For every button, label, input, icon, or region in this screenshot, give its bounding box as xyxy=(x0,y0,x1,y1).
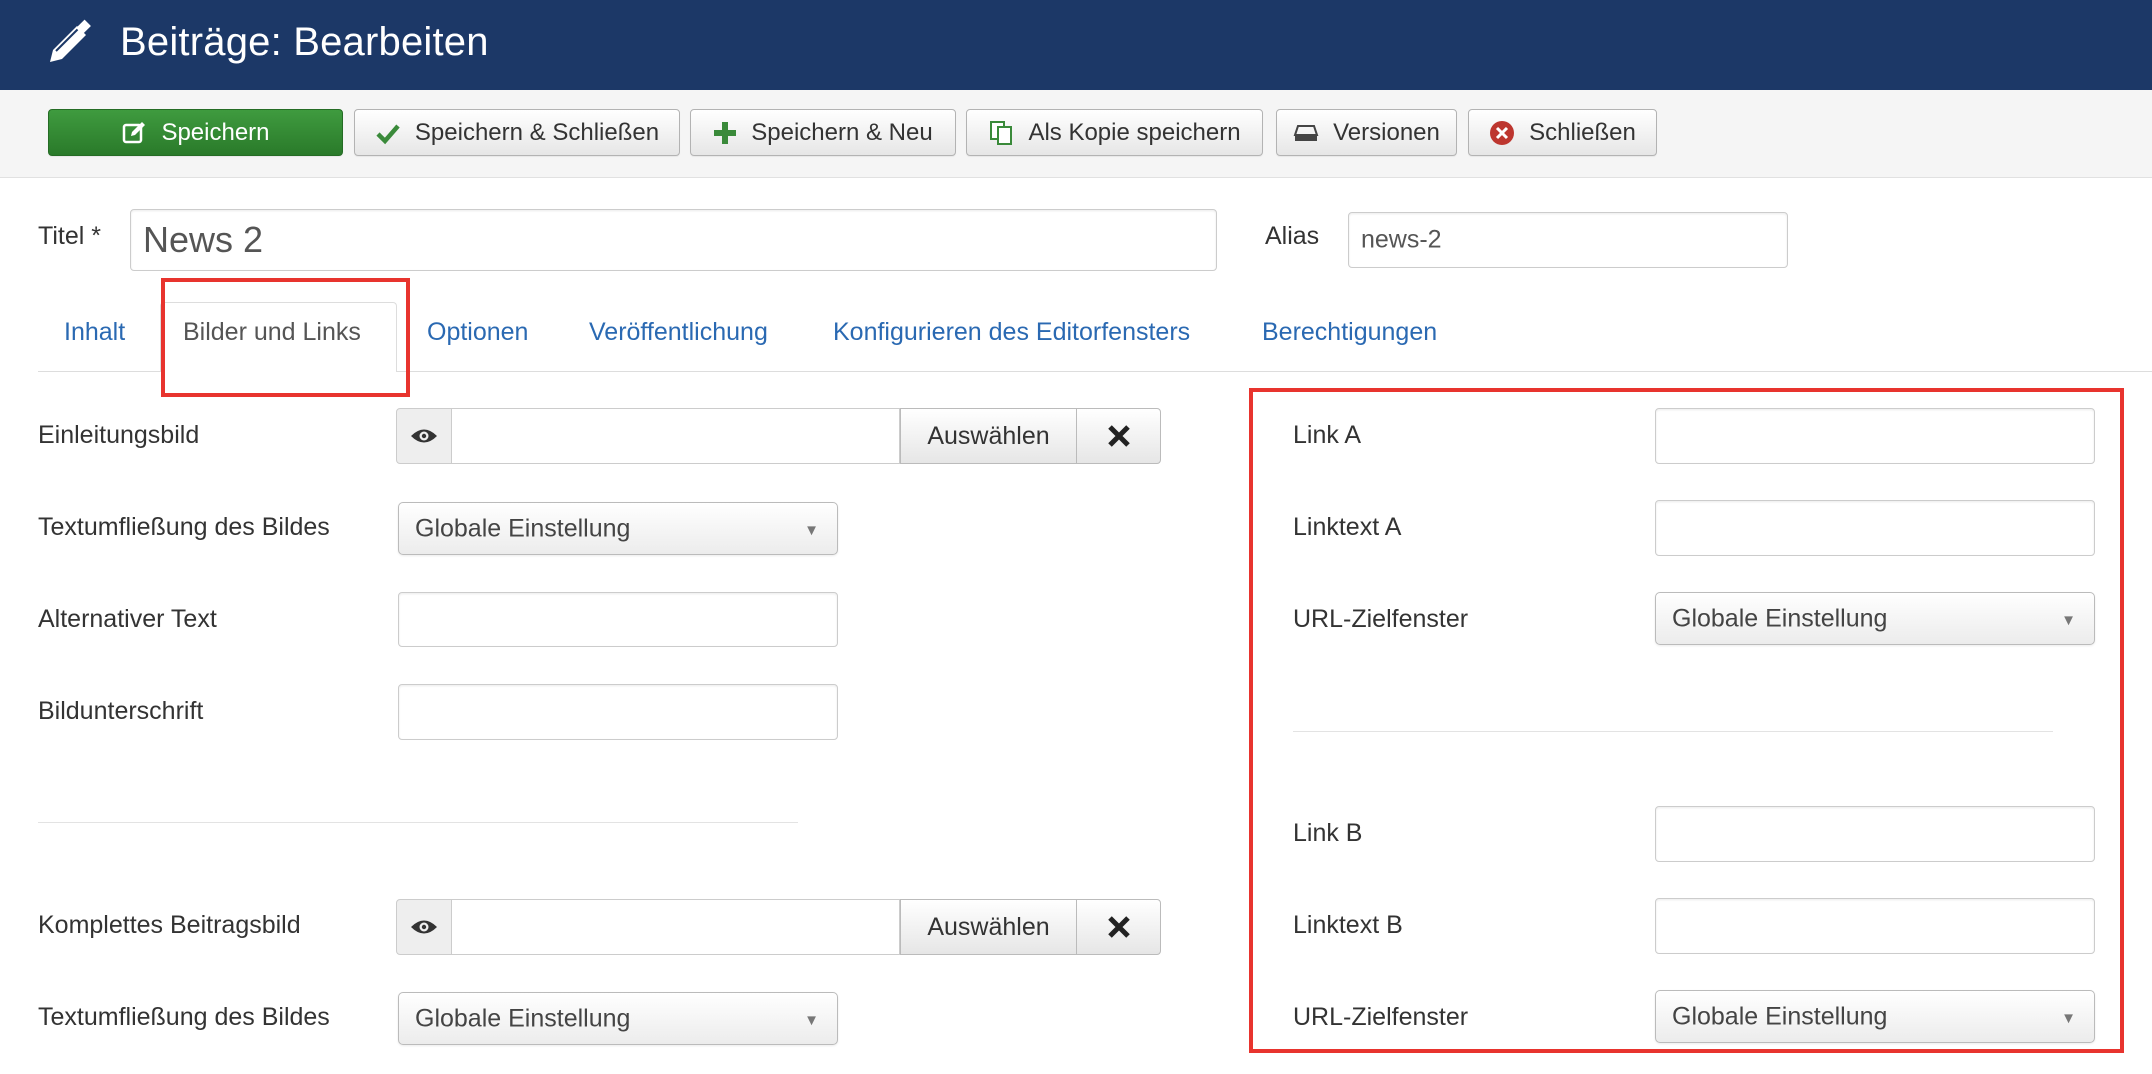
divider xyxy=(38,822,798,823)
save-close-label: Speichern & Schließen xyxy=(414,118,660,146)
versions-button[interactable]: Versionen xyxy=(1276,109,1457,156)
save-new-label: Speichern & Neu xyxy=(751,118,933,146)
link-a-label: Link A xyxy=(1293,421,1362,449)
save-new-button[interactable]: Speichern & Neu xyxy=(690,109,956,156)
save-button[interactable]: Speichern xyxy=(48,109,343,156)
target-a-value: Globale Einstellung xyxy=(1672,604,1888,632)
target-a-label: URL-Zielfenster xyxy=(1293,605,1469,633)
linktext-b-label: Linktext B xyxy=(1293,911,1403,939)
intro-image-clear-button[interactable] xyxy=(1076,408,1161,464)
tab-veroeffentlichung[interactable]: Veröffentlichung xyxy=(589,318,768,347)
save-copy-button[interactable]: Als Kopie speichern xyxy=(966,109,1263,156)
intro-float-label: Textumfließung des Bildes xyxy=(38,513,330,541)
clear-x-icon xyxy=(1107,425,1130,447)
linktext-b-input[interactable] xyxy=(1655,898,2095,954)
versions-label: Versionen xyxy=(1333,118,1440,146)
target-b-select[interactable]: Globale Einstellung ▼ xyxy=(1655,990,2095,1043)
eye-icon xyxy=(411,429,437,443)
save-label: Speichern xyxy=(161,118,270,146)
eye-icon xyxy=(411,920,437,934)
target-b-label: URL-Zielfenster xyxy=(1293,1003,1469,1031)
save-close-button[interactable]: Speichern & Schließen xyxy=(354,109,680,156)
chevron-down-icon: ▼ xyxy=(804,1011,819,1029)
title-input[interactable]: News 2 xyxy=(130,209,1217,271)
link-b-input[interactable] xyxy=(1655,806,2095,862)
chevron-down-icon: ▼ xyxy=(2061,1009,2076,1027)
linktext-a-input[interactable] xyxy=(1655,500,2095,556)
caption-label: Bildunterschrift xyxy=(38,697,204,725)
target-b-value: Globale Einstellung xyxy=(1672,1002,1888,1030)
tab-berechtigungen[interactable]: Berechtigungen xyxy=(1262,318,1437,347)
intro-image-path[interactable] xyxy=(451,408,900,464)
intro-image-label: Einleitungsbild xyxy=(38,421,200,449)
link-b-label: Link B xyxy=(1293,819,1363,847)
linktext-a-label: Linktext A xyxy=(1293,513,1402,541)
divider xyxy=(1293,731,2053,732)
check-icon xyxy=(376,124,400,144)
intro-float-select[interactable]: Globale Einstellung ▼ xyxy=(398,502,838,555)
intro-float-value: Globale Einstellung xyxy=(415,514,631,542)
toolbar: Speichern Speichern & Schließen Speicher… xyxy=(0,90,2152,178)
close-circle-icon xyxy=(1490,120,1515,145)
chevron-down-icon: ▼ xyxy=(2061,611,2076,629)
intro-image-field: Auswählen xyxy=(396,408,1161,464)
alias-value: news-2 xyxy=(1361,225,1442,254)
copy-icon xyxy=(990,120,1013,145)
full-float-value: Globale Einstellung xyxy=(415,1004,631,1032)
alt-text-label: Alternativer Text xyxy=(38,605,217,633)
plus-icon xyxy=(714,121,737,144)
preview-button[interactable] xyxy=(396,899,452,955)
tab-editor-config[interactable]: Konfigurieren des Editorfensters xyxy=(833,318,1190,347)
pencil-icon xyxy=(50,19,91,62)
tab-optionen[interactable]: Optionen xyxy=(427,318,528,347)
full-image-select-button[interactable]: Auswählen xyxy=(900,899,1077,955)
full-float-select[interactable]: Globale Einstellung ▼ xyxy=(398,992,838,1045)
alias-input[interactable]: news-2 xyxy=(1348,212,1788,268)
clear-x-icon xyxy=(1107,916,1130,938)
close-button[interactable]: Schließen xyxy=(1468,109,1657,156)
caption-input[interactable] xyxy=(398,684,838,740)
close-label: Schließen xyxy=(1529,118,1636,146)
alias-label: Alias xyxy=(1265,222,1320,250)
full-image-label: Komplettes Beitragsbild xyxy=(38,911,301,939)
intro-image-select-button[interactable]: Auswählen xyxy=(900,408,1077,464)
preview-button[interactable] xyxy=(396,408,452,464)
page-title: Beiträge: Bearbeiten xyxy=(120,20,489,64)
tab-inhalt[interactable]: Inhalt xyxy=(64,318,125,347)
chevron-down-icon: ▼ xyxy=(804,521,819,539)
save-copy-label: Als Kopie speichern xyxy=(1028,118,1241,146)
edit-icon xyxy=(123,121,146,143)
full-float-label: Textumfließung des Bildes xyxy=(38,1003,330,1031)
highlight-tab xyxy=(161,278,410,397)
link-a-input[interactable] xyxy=(1655,408,2095,464)
full-image-field: Auswählen xyxy=(396,899,1161,955)
archive-icon xyxy=(1293,124,1319,141)
title-value: News 2 xyxy=(143,219,264,260)
page-header: Beiträge: Bearbeiten xyxy=(0,0,2152,90)
target-a-select[interactable]: Globale Einstellung ▼ xyxy=(1655,592,2095,645)
full-image-path[interactable] xyxy=(451,899,900,955)
title-label: Titel * xyxy=(38,222,101,250)
alt-text-input[interactable] xyxy=(398,592,838,647)
full-image-clear-button[interactable] xyxy=(1076,899,1161,955)
